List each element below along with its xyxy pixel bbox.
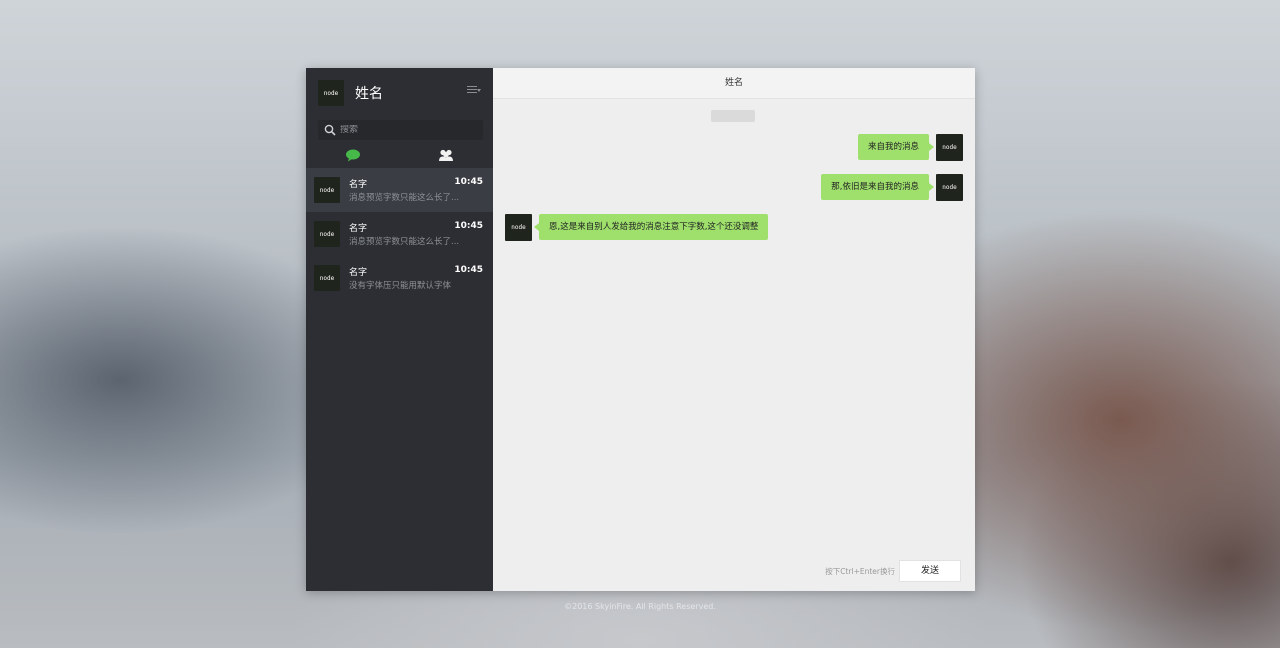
user-name: 姓名 xyxy=(355,86,383,102)
menu-icon[interactable] xyxy=(467,86,481,96)
message-row: 那,依旧是来自我的消息 node xyxy=(821,174,963,201)
contact-info: 名字 10:45 消息预览字数只能这么长了... xyxy=(349,219,493,249)
avatar-label: node xyxy=(319,274,335,282)
contacts-icon xyxy=(439,149,454,161)
search-icon xyxy=(324,124,336,136)
avatar-label: node xyxy=(319,186,335,194)
contact-info: 名字 10:45 消息预览字数只能这么长了... xyxy=(349,175,493,205)
contact-time: 10:45 xyxy=(454,177,483,187)
avatar: node xyxy=(314,221,340,247)
send-hint: 按下Ctrl+Enter换行 xyxy=(825,567,895,576)
message-bubble: 那,依旧是来自我的消息 xyxy=(821,174,934,200)
chat-panel: 姓名 来自我的消息 node 那,依旧是来自我的消息 node node 恩,这… xyxy=(493,68,975,591)
sidebar-header: node 姓名 xyxy=(306,68,493,118)
contact-preview: 消息预览字数只能这么长了... xyxy=(349,237,460,247)
list-item[interactable]: node 名字 10:45 消息预览字数只能这么长了... xyxy=(306,212,493,256)
tab-contacts[interactable] xyxy=(400,142,494,168)
tab-chats[interactable] xyxy=(306,142,400,168)
avatar-label: node xyxy=(319,230,335,238)
message-row: node 恩,这是来自别人发给我的消息注意下字数,这个还没调整 xyxy=(505,214,769,241)
avatar: node xyxy=(314,177,340,203)
contact-preview: 消息预览字数只能这么长了... xyxy=(349,193,460,203)
footer-copyright: ©2016 SkyinFire. All Rights Reserved. xyxy=(564,602,716,611)
send-button[interactable]: 发送 xyxy=(899,560,961,582)
list-item[interactable]: node 名字 10:45 消息预览字数只能这么长了... xyxy=(306,168,493,212)
search-input[interactable] xyxy=(340,125,470,135)
avatar: node xyxy=(314,265,340,291)
chat-title: 姓名 xyxy=(493,68,975,99)
contact-time: 10:45 xyxy=(454,221,483,231)
avatar[interactable]: node xyxy=(936,174,963,201)
avatar[interactable]: node xyxy=(936,134,963,161)
contact-list: node 名字 10:45 消息预览字数只能这么长了... node 名字 10… xyxy=(306,168,493,300)
contact-info: 名字 10:45 没有字体压只能用默认字体 xyxy=(349,263,493,293)
contact-name: 名字 xyxy=(349,268,368,278)
avatar[interactable]: node xyxy=(505,214,532,241)
chat-bubble-icon xyxy=(345,149,360,161)
chat-window: node 姓名 搜索 node 名字 10:45 消息预览字数只能这么长了...… xyxy=(306,68,975,591)
contact-name: 名字 xyxy=(349,180,368,190)
avatar-label: node xyxy=(942,184,957,191)
list-item[interactable]: node 名字 10:45 没有字体压只能用默认字体 xyxy=(306,256,493,300)
contact-name: 名字 xyxy=(349,224,368,234)
input-area: 按下Ctrl+Enter换行 发送 xyxy=(493,551,975,591)
sidebar-tabs xyxy=(306,142,493,168)
message-row: 来自我的消息 node xyxy=(857,134,963,161)
avatar-label: node xyxy=(942,144,957,151)
message-bubble: 来自我的消息 xyxy=(857,134,935,160)
time-divider xyxy=(711,110,755,122)
message-bubble: 恩,这是来自别人发给我的消息注意下字数,这个还没调整 xyxy=(533,214,769,240)
avatar[interactable]: node xyxy=(318,80,344,106)
avatar-label: node xyxy=(511,224,526,231)
contact-time: 10:45 xyxy=(454,265,483,275)
search-box xyxy=(318,120,483,140)
avatar-label: node xyxy=(323,89,339,97)
sidebar: node 姓名 搜索 node 名字 10:45 消息预览字数只能这么长了...… xyxy=(306,68,493,591)
contact-preview: 没有字体压只能用默认字体 xyxy=(349,281,452,291)
